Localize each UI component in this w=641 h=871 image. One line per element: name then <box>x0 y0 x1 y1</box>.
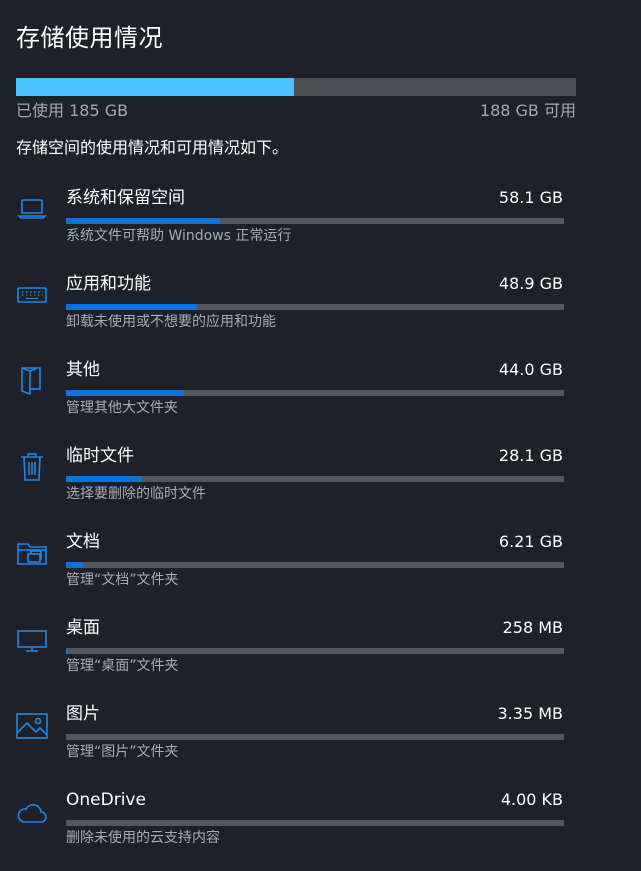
category-name: 桌面 <box>66 618 100 638</box>
category-name: 文档 <box>66 532 100 552</box>
category-name: 应用和功能 <box>66 274 151 294</box>
category-size: 48.9 GB <box>498 274 563 293</box>
category-size: 4.00 KB <box>500 790 563 809</box>
category-description: 管理其他大文件夹 <box>66 400 178 416</box>
category-usage-bar <box>66 734 564 740</box>
category-usage-fill <box>66 218 221 224</box>
category-usage-fill <box>66 304 198 310</box>
category-description: 系统文件可帮助 Windows 正常运行 <box>66 228 292 244</box>
category-size: 3.35 MB <box>497 704 564 723</box>
category-description: 删除未使用的云支持内容 <box>66 830 220 846</box>
category-description: 管理“图片”文件夹 <box>66 744 179 760</box>
category-size: 58.1 GB <box>498 188 563 207</box>
category-usage-fill <box>66 562 84 568</box>
category-usage-bar <box>66 562 564 568</box>
category-usage-fill <box>66 390 185 396</box>
free-space-label: 188 GB 可用 <box>479 101 576 120</box>
category-description: 管理“文档”文件夹 <box>66 572 179 588</box>
monitor-icon <box>16 622 48 654</box>
category-other[interactable]: 其他 44.0 GB 管理其他大文件夹 <box>0 358 641 438</box>
category-temp-files[interactable]: 临时文件 28.1 GB 选择要删除的临时文件 <box>0 444 641 524</box>
category-usage-bar <box>66 304 564 310</box>
laptop-icon <box>16 192 48 224</box>
category-size: 28.1 GB <box>498 446 563 465</box>
category-size: 6.21 GB <box>498 532 563 551</box>
folder-open-icon <box>16 364 48 396</box>
category-pictures[interactable]: 图片 3.35 MB 管理“图片”文件夹 <box>0 702 641 782</box>
used-space-label: 已使用 185 GB <box>16 101 129 120</box>
category-desktop[interactable]: 桌面 258 MB 管理“桌面”文件夹 <box>0 616 641 696</box>
category-size: 44.0 GB <box>498 360 563 379</box>
category-size: 258 MB <box>502 618 563 637</box>
category-apps-features[interactable]: 应用和功能 48.9 GB 卸载未使用或不想要的应用和功能 <box>0 272 641 352</box>
category-usage-bar <box>66 648 564 654</box>
category-documents[interactable]: 文档 6.21 GB 管理“文档”文件夹 <box>0 530 641 610</box>
page-title: 存储使用情况 <box>16 24 163 52</box>
usage-description: 存储空间的使用情况和可用情况如下。 <box>16 138 289 157</box>
keyboard-icon <box>16 278 48 310</box>
category-name: 临时文件 <box>66 446 134 466</box>
documents-folder-icon <box>16 536 48 568</box>
category-name: 系统和保留空间 <box>66 188 185 208</box>
category-name: OneDrive <box>66 790 146 810</box>
category-onedrive[interactable]: OneDrive 4.00 KB 删除未使用的云支持内容 <box>0 788 641 868</box>
picture-icon <box>16 708 48 740</box>
overall-usage-fill <box>16 78 294 96</box>
category-usage-fill <box>66 648 68 654</box>
category-usage-bar <box>66 476 564 482</box>
category-description: 卸载未使用或不想要的应用和功能 <box>66 314 276 330</box>
category-name: 其他 <box>66 360 100 380</box>
category-usage-bar <box>66 390 564 396</box>
category-system-reserved[interactable]: 系统和保留空间 58.1 GB 系统文件可帮助 Windows 正常运行 <box>0 186 641 266</box>
overall-usage-bar <box>16 78 576 96</box>
category-usage-fill <box>66 476 142 482</box>
category-description: 管理“桌面”文件夹 <box>66 658 179 674</box>
trash-icon <box>16 450 48 482</box>
category-usage-bar <box>66 820 564 826</box>
cloud-icon <box>16 794 48 826</box>
category-description: 选择要删除的临时文件 <box>66 486 206 502</box>
category-name: 图片 <box>66 704 100 724</box>
category-usage-bar <box>66 218 564 224</box>
